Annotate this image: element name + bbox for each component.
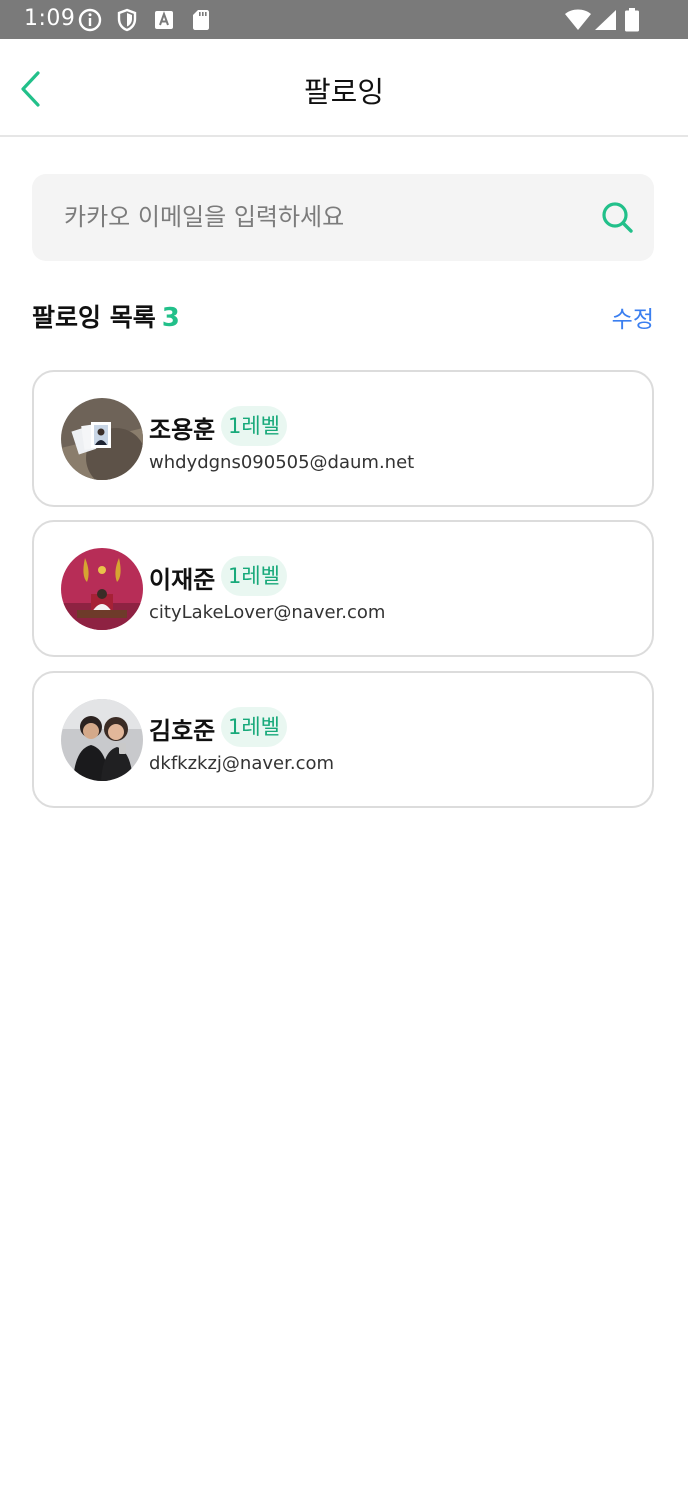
avatar [61, 699, 143, 781]
wifi-icon [565, 9, 591, 30]
level-badge: 1레벨 [221, 556, 288, 596]
user-email: whdydgns090505@daum.net [149, 452, 415, 473]
following-card[interactable]: 조용훈 1레벨 whdydgns090505@daum.net [32, 370, 654, 507]
following-list-title: 팔로잉 목록 3 [32, 298, 180, 334]
user-name: 이재준 [149, 566, 216, 594]
avatar [61, 398, 143, 480]
user-name: 조용훈 [149, 416, 216, 444]
user-email: dkfkzkzj@naver.com [149, 753, 335, 774]
user-name: 김호준 [149, 717, 216, 745]
following-list-label: 팔로잉 목록 [32, 303, 156, 332]
sd-card-icon [193, 10, 209, 30]
status-bar: 1:09 [0, 0, 688, 39]
user-email: cityLakeLover@naver.com [149, 602, 386, 623]
following-list-header: 팔로잉 목록 3 수정 [32, 296, 654, 340]
search-box [32, 174, 654, 261]
search-button[interactable] [598, 198, 638, 238]
battery-icon [625, 8, 639, 32]
app-header: 팔로잉 [0, 39, 688, 137]
page-title: 팔로잉 [303, 75, 385, 109]
edit-button[interactable]: 수정 [612, 300, 654, 334]
search-input[interactable] [64, 194, 584, 240]
avatar [61, 548, 143, 630]
status-time: 1:09 [24, 6, 76, 31]
following-card[interactable]: 김호준 1레벨 dkfkzkzj@naver.com [32, 671, 654, 808]
search-icon [602, 202, 633, 233]
a-badge-icon [155, 11, 173, 29]
following-count: 3 [161, 303, 180, 333]
following-card[interactable]: 이재준 1레벨 cityLakeLover@naver.com [32, 520, 654, 657]
shield-icon [117, 8, 137, 32]
level-badge: 1레벨 [221, 406, 288, 446]
signal-icon [595, 10, 616, 30]
info-icon [78, 8, 102, 32]
level-badge: 1레벨 [221, 707, 288, 747]
